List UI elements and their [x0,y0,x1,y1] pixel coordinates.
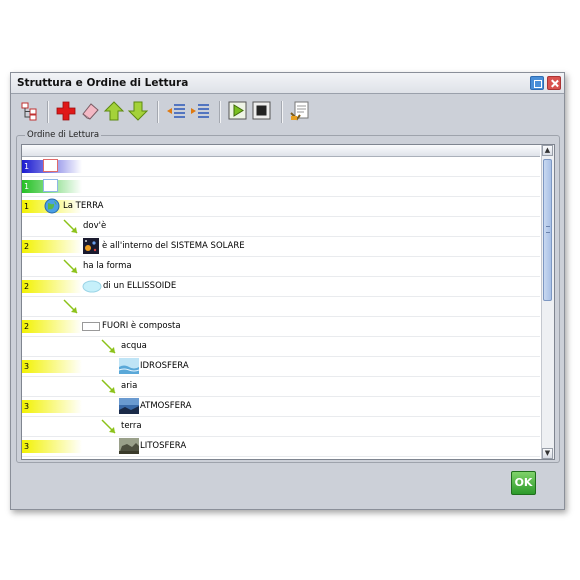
list-item[interactable]: terra [22,417,540,437]
item-text: aria [121,381,138,391]
window-title: Struttura e Ordine di Lettura [17,77,189,89]
item-text: acqua [121,341,147,351]
reading-order-list[interactable]: 1 1 1 La TERRA dov'è 2 è all'interno del… [21,144,555,460]
add-icon[interactable] [55,100,77,122]
link-arrow-icon [100,378,120,399]
reading-order-window: Struttura e Ordine di Lettura Ordine di … [10,72,565,510]
list-item[interactable] [22,297,540,317]
earth-icon [44,198,60,217]
list-item[interactable]: 1 [22,157,540,177]
item-text: dov'è [83,221,107,231]
sky-image-icon [119,398,139,417]
indent-icon[interactable] [189,100,211,122]
ok-button[interactable]: OK [511,471,536,495]
maximize-button[interactable] [530,76,544,90]
link-arrow-icon [100,418,120,439]
level-bar: 3 [22,400,82,413]
play-icon[interactable] [227,100,249,122]
level-bar: 2 [22,320,82,333]
item-text: IDROSFERA [140,361,189,371]
empty-box-icon [43,179,58,192]
stop-icon[interactable] [251,100,273,122]
panel-legend: Ordine di Lettura [25,130,102,140]
link-arrow-icon [62,298,82,319]
properties-icon[interactable] [289,100,311,122]
list-item[interactable]: 1 [22,177,540,197]
list-item[interactable]: 1 La TERRA [22,197,540,217]
rectangle-icon [82,322,100,331]
water-image-icon [118,358,140,377]
level-bar: 2 [22,280,82,293]
rock-image-icon [119,438,139,457]
move-down-icon[interactable] [127,100,149,122]
list-item[interactable]: 2 FUORI è composta [22,317,540,337]
toolbar [15,97,560,127]
scroll-up-button[interactable]: ▲ [542,145,553,156]
list-item[interactable]: 3 LITOSFERA [22,437,540,457]
list-item[interactable]: 2 di un ELLISSOIDE [22,277,540,297]
item-text: LITOSFERA [140,441,187,451]
list-item[interactable]: 2 è all'interno del SISTEMA SOLARE [22,237,540,257]
item-text: ATMOSFERA [140,401,192,411]
item-text: di un ELLISSOIDE [103,281,177,291]
vertical-scrollbar[interactable]: ▲ ▼ [541,145,554,459]
close-button[interactable] [547,76,561,90]
item-text: ha la forma [83,261,132,271]
list-item[interactable]: 3 IDROSFERA [22,357,540,377]
move-up-icon[interactable] [103,100,125,122]
ellipse-icon [82,280,102,296]
level-bar: 3 [22,440,82,453]
solar-system-icon [83,238,99,257]
list-header [22,145,540,157]
list-item[interactable]: ha la forma [22,257,540,277]
level-bar: 3 [22,360,82,373]
list-item[interactable]: dov'è [22,217,540,237]
list-item[interactable]: 3 ATMOSFERA [22,397,540,417]
title-bar: Struttura e Ordine di Lettura [11,73,564,94]
scroll-thumb[interactable] [543,159,552,301]
empty-box-icon [43,159,58,172]
item-text: è all'interno del SISTEMA SOLARE [102,241,245,251]
link-arrow-icon [100,338,120,359]
list-item[interactable]: acqua [22,337,540,357]
eraser-icon[interactable] [79,100,101,122]
link-arrow-icon [62,258,82,279]
item-text: terra [121,421,142,431]
reading-order-panel: Ordine di Lettura 1 1 1 La TERRA dov'è 2… [16,130,560,463]
item-text: La TERRA [63,201,104,211]
level-bar: 2 [22,240,82,253]
tree-structure-icon[interactable] [19,100,41,122]
item-text: FUORI è composta [102,321,181,331]
link-arrow-icon [62,218,82,239]
outdent-icon[interactable] [165,100,187,122]
list-item[interactable]: aria [22,377,540,397]
scroll-down-button[interactable]: ▼ [542,448,553,459]
